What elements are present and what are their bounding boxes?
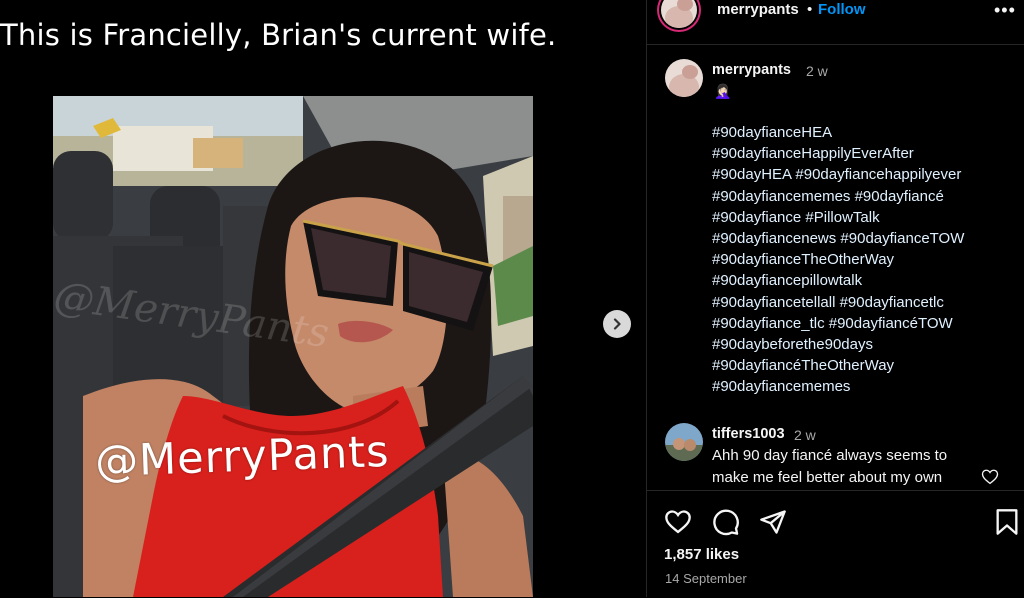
- chevron-right-icon: [613, 318, 621, 330]
- caption-avatar[interactable]: [665, 59, 703, 97]
- commenter-avatar[interactable]: [665, 423, 703, 461]
- likes-count[interactable]: 1,857 likes: [664, 546, 739, 563]
- header-avatar[interactable]: [661, 0, 697, 28]
- next-media-button[interactable]: [603, 310, 631, 338]
- hashtag-line[interactable]: #90dayfiancepillowtalk: [712, 270, 964, 291]
- post-photo: @MerryPants: [53, 96, 533, 597]
- hashtag-line[interactable]: #90dayfianceTheOtherWay: [712, 249, 964, 270]
- hashtag-line[interactable]: #90dayfiancememes: [712, 376, 964, 397]
- post-media: This is Francielly, Brian's current wife…: [0, 0, 646, 597]
- like-comment-heart-icon[interactable]: [981, 468, 999, 486]
- hashtag-line[interactable]: #90dayfianceHappilyEverAfter: [712, 143, 964, 164]
- post-header: merrypants • Follow •••: [647, 0, 1024, 45]
- caption-timestamp: 2 w: [806, 63, 828, 79]
- hashtag-line[interactable]: #90dayfiance #PillowTalk: [712, 207, 964, 228]
- comment-timestamp: 2 w: [794, 427, 816, 443]
- facepalm-emoji: 🤦🏻‍♀️: [714, 83, 732, 99]
- hashtag-line[interactable]: #90dayfiance_tlc #90dayfiancéTOW: [712, 313, 964, 334]
- overlay-caption: This is Francielly, Brian's current wife…: [0, 18, 557, 52]
- hashtag-line[interactable]: #90dayfiancéTheOtherWay: [712, 355, 964, 376]
- hashtag-line[interactable]: #90dayfiancememes #90dayfiancé: [712, 186, 964, 207]
- share-icon[interactable]: [759, 508, 787, 536]
- hashtag-line[interactable]: #90dayfianceHEA: [712, 122, 964, 143]
- commenter-username[interactable]: tiffers1003: [712, 426, 785, 442]
- follow-button[interactable]: Follow: [818, 1, 866, 18]
- header-username[interactable]: merrypants: [717, 1, 799, 18]
- bookmark-icon[interactable]: [994, 508, 1020, 536]
- hashtag-line[interactable]: #90dayHEA #90dayfiancehappilyever: [712, 164, 964, 185]
- comment-icon[interactable]: [712, 508, 740, 536]
- heart-icon[interactable]: [664, 508, 692, 536]
- post-actions: 1,857 likes 14 September: [647, 490, 1024, 598]
- comment-text: Ahh 90 day fiancé always seems to make m…: [712, 447, 948, 486]
- comments-section[interactable]: merrypants 2 w 🤦🏻‍♀️ #90dayfianceHEA #90…: [647, 45, 1024, 490]
- more-horizontal-icon[interactable]: •••: [994, 0, 1016, 21]
- header-separator: •: [807, 1, 813, 18]
- hashtag-line[interactable]: #90dayfiancenews #90dayfianceTOW: [712, 228, 964, 249]
- hashtag-line[interactable]: #90dayfiancetellall #90dayfiancetlc: [712, 292, 964, 313]
- caption-hashtags: #90dayfianceHEA #90dayfianceHappilyEverA…: [712, 122, 964, 398]
- hashtag-line[interactable]: #90daybeforethe90days: [712, 334, 964, 355]
- post-date[interactable]: 14 September: [665, 571, 747, 586]
- post-sidebar: merrypants • Follow ••• merrypants 2 w 🤦…: [647, 0, 1024, 597]
- caption-username[interactable]: merrypants: [712, 62, 791, 78]
- watermark-text: @MerryPants: [94, 426, 391, 488]
